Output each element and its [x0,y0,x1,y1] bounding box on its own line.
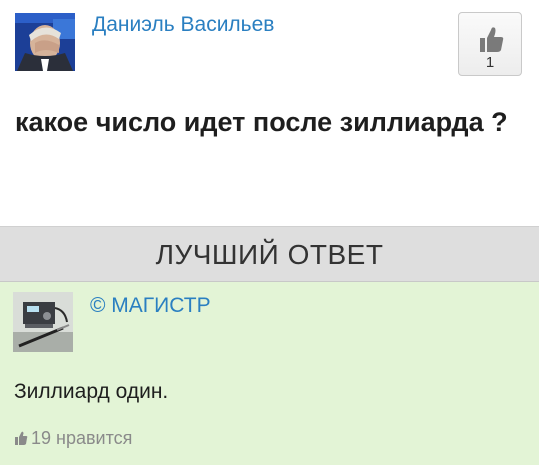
best-answer-block: © МАГИСТР Зиллиард один. 19 нравится [0,282,539,465]
question-like-count: 1 [485,54,495,71]
thumbs-up-icon [480,27,504,52]
answer-author-avatar[interactable] [13,292,73,352]
question-author-avatar[interactable] [15,13,75,71]
thumbs-up-icon [15,431,28,445]
answer-text: Зиллиард один. [14,380,169,403]
answer-author-name[interactable]: © МАГИСТР [90,294,211,318]
question-title: какое число идет после зиллиарда ? [15,107,508,137]
qa-page: Даниэль Васильев 1 какое число идет посл… [0,0,539,465]
answer-likes-count: 19 нравится [31,428,133,448]
soldering-station-avatar-image [13,292,73,352]
question-author-name[interactable]: Даниэль Васильев [92,13,274,37]
facepalm-avatar-image [15,13,75,71]
best-answer-header: ЛУЧШИЙ ОТВЕТ [0,226,539,282]
question-like-button[interactable]: 1 [458,12,522,76]
